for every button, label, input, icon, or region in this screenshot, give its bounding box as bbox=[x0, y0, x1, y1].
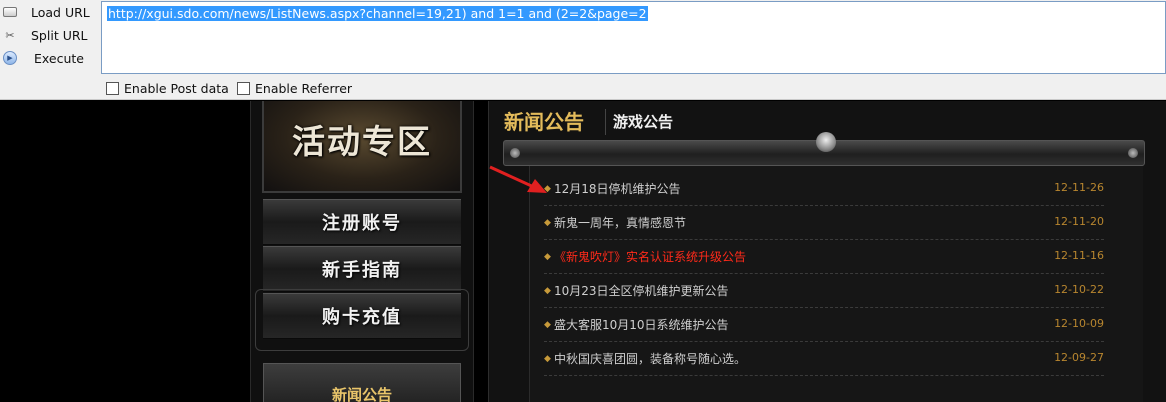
tab-divider bbox=[605, 109, 606, 135]
news-date: 12-11-16 bbox=[1054, 249, 1104, 262]
url-textarea[interactable]: http://xgui.sdo.com/news/ListNews.aspx?c… bbox=[101, 1, 1166, 74]
news-title[interactable]: 12月18日停机维护公告 bbox=[554, 180, 681, 197]
news-title[interactable]: 《新鬼吹灯》实名认证系统升级公告 bbox=[554, 248, 746, 265]
news-date: 12-11-20 bbox=[1054, 215, 1104, 228]
promo-banner[interactable]: 活动专区 bbox=[262, 101, 462, 193]
news-title[interactable]: 盛大客服10月10日系统维护公告 bbox=[554, 316, 729, 333]
bullet-icon: ◆ bbox=[544, 286, 551, 296]
rivet-icon bbox=[1128, 148, 1138, 158]
news-title[interactable]: 中秋国庆喜团圆，装备称号随心选。 bbox=[554, 350, 746, 367]
news-date: 12-09-27 bbox=[1054, 351, 1104, 364]
execute-label: Execute bbox=[34, 50, 84, 66]
tab-news[interactable]: 新闻公告 bbox=[504, 106, 584, 135]
tab-game-notices[interactable]: 游戏公告 bbox=[613, 111, 673, 132]
side-news-button[interactable]: 新闻公告 bbox=[263, 363, 461, 402]
hackbar-actions: Load URL ✂ Split URL ▶ Execute bbox=[0, 0, 100, 76]
bullet-icon: ◆ bbox=[544, 218, 551, 228]
list-item[interactable]: ◆ 新鬼一周年，真情感恩节 12-11-20 bbox=[544, 206, 1104, 240]
split-url-button[interactable]: ✂ Split URL bbox=[0, 24, 100, 46]
list-item[interactable]: ◆ 中秋国庆喜团圆，装备称号随心选。 12-09-27 bbox=[544, 342, 1104, 376]
web-page: 活动专区 注册账号 新手指南 购卡充值 新闻公告 新闻公告 游戏公告 ◆ 12月… bbox=[0, 101, 1166, 402]
url-value: http://xgui.sdo.com/news/ListNews.aspx?c… bbox=[107, 6, 648, 21]
load-url-icon bbox=[3, 7, 17, 17]
promo-title: 活动专区 bbox=[292, 122, 432, 161]
news-section: 新闻公告 游戏公告 ◆ 12月18日停机维护公告 12-11-26 ◆ 新鬼一周… bbox=[488, 101, 1166, 402]
load-url-label: Load URL bbox=[31, 4, 90, 20]
news-list: ◆ 12月18日停机维护公告 12-11-26 ◆ 新鬼一周年，真情感恩节 12… bbox=[529, 166, 1143, 402]
beginner-guide-button[interactable]: 新手指南 bbox=[263, 246, 461, 292]
list-item[interactable]: ◆ 10月23日全区停机维护更新公告 12-10-22 bbox=[544, 274, 1104, 308]
list-item[interactable]: ◆ 12月18日停机维护公告 12-11-26 bbox=[544, 172, 1104, 206]
buy-card-button[interactable]: 购卡充值 bbox=[263, 293, 461, 339]
news-date: 12-10-09 bbox=[1054, 317, 1104, 330]
enable-referrer-label: Enable Referrer bbox=[255, 80, 353, 96]
execute-button[interactable]: ▶ Execute bbox=[0, 47, 100, 69]
bullet-icon: ◆ bbox=[544, 320, 551, 330]
bullet-icon: ◆ bbox=[544, 252, 551, 262]
enable-post-label: Enable Post data bbox=[124, 80, 229, 96]
bullet-icon: ◆ bbox=[544, 184, 551, 194]
menu-label: 购卡充值 bbox=[322, 307, 402, 328]
checkbox-box[interactable] bbox=[106, 81, 119, 95]
scissors-icon: ✂ bbox=[5, 28, 15, 42]
list-item[interactable]: ◆ 《新鬼吹灯》实名认证系统升级公告 12-11-16 bbox=[544, 240, 1104, 274]
news-title[interactable]: 新鬼一周年，真情感恩节 bbox=[554, 214, 686, 231]
enable-referrer-checkbox[interactable]: Enable Referrer bbox=[237, 80, 352, 96]
bullet-icon: ◆ bbox=[544, 354, 551, 364]
news-date: 12-11-26 bbox=[1054, 181, 1104, 194]
list-item[interactable]: ◆ 盛大客服10月10日系统维护公告 12-10-09 bbox=[544, 308, 1104, 342]
menu-label: 注册账号 bbox=[322, 213, 402, 234]
hackbar-toolbar: Load URL ✂ Split URL ▶ Execute http://xg… bbox=[0, 0, 1166, 100]
menu-label: 新手指南 bbox=[322, 260, 402, 281]
skull-icon bbox=[816, 132, 836, 152]
play-icon: ▶ bbox=[3, 51, 17, 65]
register-account-button[interactable]: 注册账号 bbox=[263, 199, 461, 245]
news-title[interactable]: 10月23日全区停机维护更新公告 bbox=[554, 282, 729, 299]
checkbox-box[interactable] bbox=[237, 81, 250, 95]
side-news-label: 新闻公告 bbox=[331, 385, 392, 402]
rivet-icon bbox=[510, 148, 520, 158]
split-url-label: Split URL bbox=[31, 27, 88, 43]
news-date: 12-10-22 bbox=[1054, 283, 1104, 296]
load-url-button[interactable]: Load URL bbox=[0, 1, 100, 23]
enable-post-checkbox[interactable]: Enable Post data bbox=[106, 80, 229, 96]
left-sidebar: 活动专区 注册账号 新手指南 购卡充值 新闻公告 bbox=[250, 101, 474, 402]
decorative-header-bar bbox=[503, 132, 1145, 166]
